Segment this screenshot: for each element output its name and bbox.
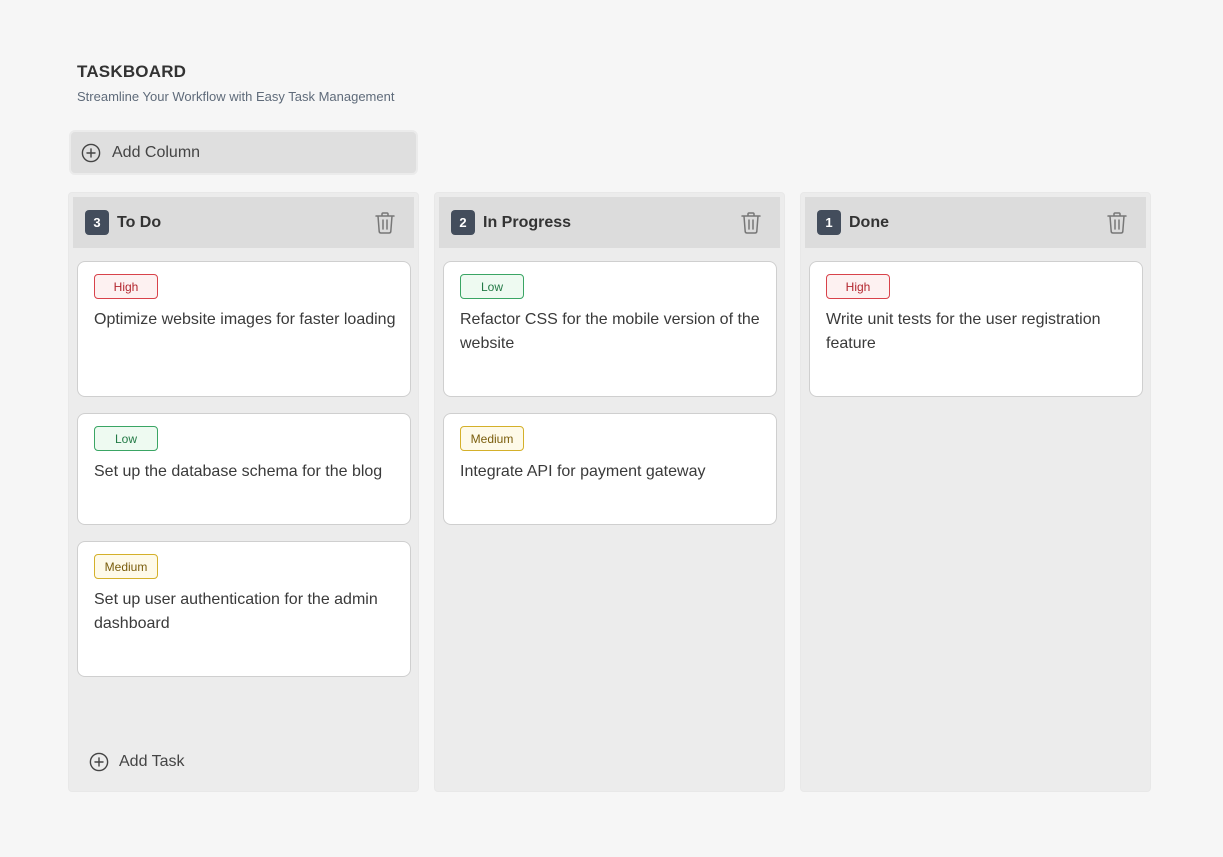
column-title: In Progress <box>483 213 572 231</box>
column-header[interactable]: 2 In Progress <box>439 197 780 248</box>
add-task-button[interactable]: Add Task <box>89 752 185 772</box>
task-card[interactable]: Low Set up the database schema for the b… <box>77 413 411 525</box>
task-count-badge: 1 <box>817 210 841 235</box>
add-column-button[interactable]: Add Column <box>69 130 418 175</box>
app-title: TASKBOARD <box>77 62 187 81</box>
task-card[interactable]: Medium Integrate API for payment gateway <box>443 413 777 525</box>
priority-badge-high: High <box>94 274 158 299</box>
task-text: Optimize website images for faster loadi… <box>94 311 396 328</box>
column-title: Done <box>849 213 889 231</box>
column-header[interactable]: 1 Done <box>805 197 1146 248</box>
column-done: 1 Done High Write unit tests for the use… <box>800 192 1151 792</box>
column-in-progress: 2 In Progress Low Refactor CSS for the m… <box>434 192 785 792</box>
trash-icon[interactable] <box>1106 211 1128 235</box>
trash-icon[interactable] <box>374 211 396 235</box>
task-card[interactable]: Medium Set up user authentication for th… <box>77 541 411 677</box>
add-task-label: Add Task <box>119 753 185 770</box>
task-text: Refactor CSS for the mobile version of t… <box>460 311 760 352</box>
taskboard-page: TASKBOARD Streamline Your Workflow with … <box>0 0 1223 857</box>
task-text: Integrate API for payment gateway <box>460 463 706 480</box>
priority-badge-low: Low <box>94 426 158 451</box>
task-text: Write unit tests for the user registrati… <box>826 311 1101 352</box>
task-count-badge: 2 <box>451 210 475 235</box>
task-text: Set up the database schema for the blog <box>94 463 383 480</box>
trash-icon[interactable] <box>740 211 762 235</box>
column-title: To Do <box>117 213 162 231</box>
task-text: Set up user authentication for the admin… <box>94 591 378 632</box>
task-count-badge: 3 <box>85 210 109 235</box>
task-card[interactable]: High Write unit tests for the user regis… <box>809 261 1143 397</box>
task-card[interactable]: Low Refactor CSS for the mobile version … <box>443 261 777 397</box>
app-subtitle: Streamline Your Workflow with Easy Task … <box>77 89 395 104</box>
priority-badge-high: High <box>826 274 890 299</box>
plus-circle-icon <box>81 143 101 162</box>
plus-circle-icon <box>89 752 109 772</box>
priority-badge-medium: Medium <box>94 554 158 579</box>
task-card[interactable]: High Optimize website images for faster … <box>77 261 411 397</box>
priority-badge-medium: Medium <box>460 426 524 451</box>
column-header[interactable]: 3 To Do <box>73 197 414 248</box>
add-column-label: Add Column <box>112 143 201 161</box>
column-todo: 3 To Do High Optimize website images for… <box>68 192 419 792</box>
priority-badge-low: Low <box>460 274 524 299</box>
